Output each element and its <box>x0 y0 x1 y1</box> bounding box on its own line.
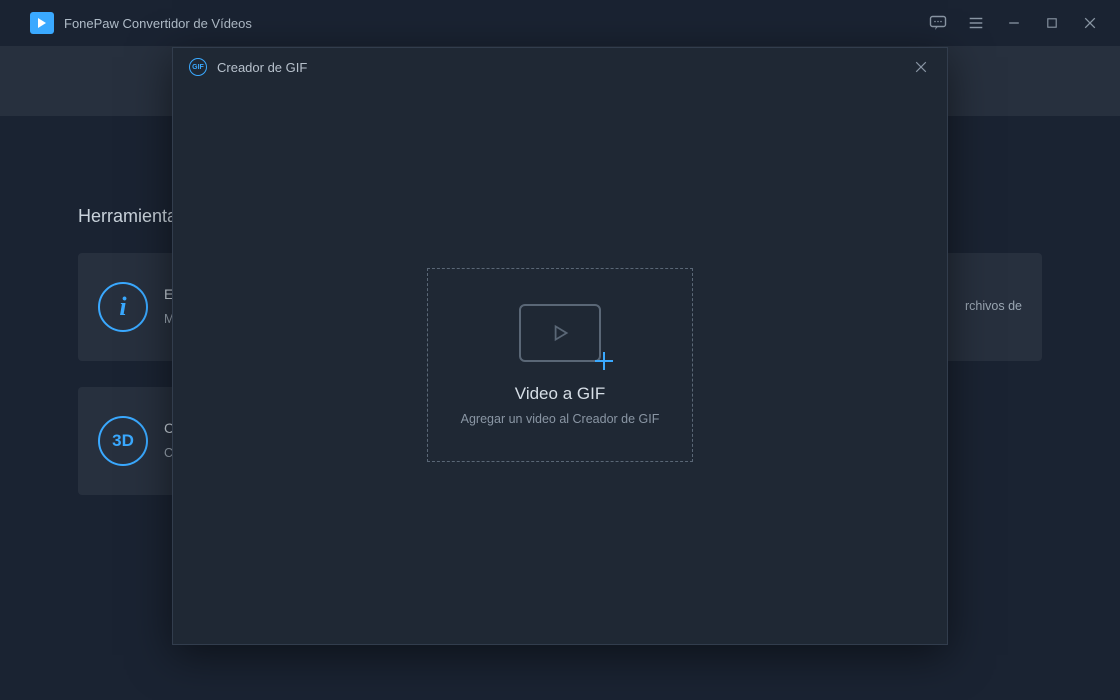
minimize-icon[interactable] <box>1004 13 1024 33</box>
app-logo-icon <box>30 12 54 34</box>
gif-badge-icon: GIF <box>189 58 207 76</box>
menu-icon[interactable] <box>966 13 986 33</box>
app-title: FonePaw Convertidor de Vídeos <box>64 16 252 31</box>
title-bar: FonePaw Convertidor de Vídeos <box>0 0 1120 46</box>
video-to-gif-dropzone[interactable]: Video a GIF Agregar un video al Creador … <box>427 268 693 462</box>
modal-title: Creador de GIF <box>217 60 307 75</box>
plus-icon <box>593 350 615 372</box>
tool-card-desc: rchivos de <box>965 299 1022 313</box>
gif-creator-modal: GIF Creador de GIF <box>172 47 948 645</box>
close-window-icon[interactable] <box>1080 13 1100 33</box>
dropzone-subtitle: Agregar un video al Creador de GIF <box>461 412 660 426</box>
dropzone-icon <box>519 304 601 362</box>
dropzone-title: Video a GIF <box>515 384 605 404</box>
modal-header: GIF Creador de GIF <box>173 48 947 86</box>
info-icon: i <box>98 282 148 332</box>
maximize-icon[interactable] <box>1042 13 1062 33</box>
3d-icon: 3D <box>98 416 148 466</box>
video-frame-icon <box>519 304 601 362</box>
close-modal-icon[interactable] <box>911 57 931 77</box>
feedback-icon[interactable] <box>928 13 948 33</box>
